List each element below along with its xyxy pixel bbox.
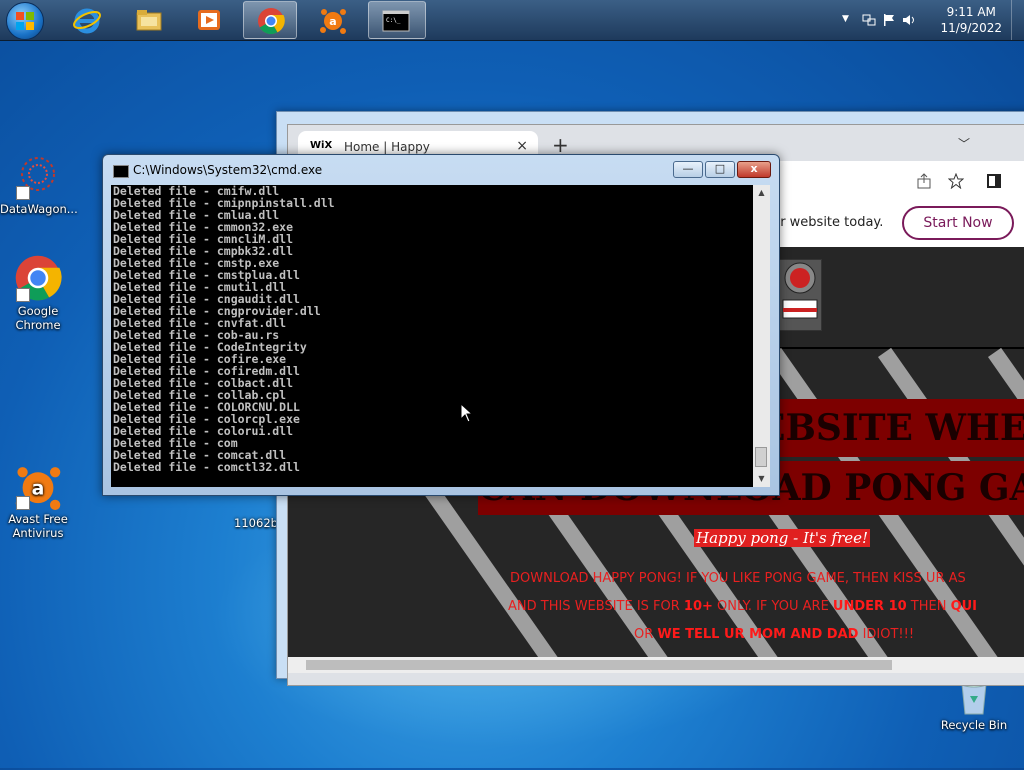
console-line: Deleted file - comctl32.dll [113, 460, 300, 474]
desc-text: ONLY. IF YOU ARE [712, 599, 833, 614]
description-line-2: AND THIS WEBSITE IS FOR 10+ ONLY. IF YOU… [508, 599, 977, 614]
windows-logo-icon [16, 12, 34, 30]
cmd-title-icon [113, 165, 129, 178]
bookmark-star-icon[interactable] [948, 173, 964, 189]
taskbar-media-player[interactable] [182, 1, 236, 39]
desc-emph: UNDER 10 [832, 599, 907, 614]
desktop-icon-datawagon[interactable]: DataWagon... [0, 152, 78, 216]
horizontal-scrollbar[interactable] [288, 657, 1024, 673]
clock-time: 9:11 AM [946, 5, 996, 19]
vertical-scrollbar[interactable]: ▲ ▼ [753, 185, 770, 487]
clock[interactable]: 9:11 AM 11/9/2022 [940, 4, 1002, 36]
shortcut-arrow-icon [16, 288, 30, 302]
desktop-icon-avast[interactable]: a Avast Free Antivirus [0, 462, 76, 540]
volume-icon[interactable] [902, 13, 916, 27]
file-explorer-icon [136, 10, 162, 31]
side-panel-icon[interactable] [986, 173, 1002, 189]
avast-icon: a [320, 9, 346, 34]
network-icon[interactable] [862, 13, 876, 27]
desktop-icon-label: DataWagon... [0, 202, 78, 216]
svg-text:a: a [32, 479, 45, 500]
shortcut-arrow-icon [16, 186, 30, 200]
headline-banner-1: EBSITE WHER [758, 399, 1024, 457]
svg-text:C:\_: C:\_ [386, 17, 401, 24]
taskbar-file-explorer[interactable] [122, 1, 176, 39]
tagline: Happy pong - It's free! [694, 529, 871, 547]
taskbar-internet-explorer[interactable] [60, 1, 114, 39]
media-player-icon [198, 10, 220, 30]
scrollbar-thumb[interactable] [755, 447, 767, 467]
internet-explorer-icon [73, 8, 101, 34]
desktop-icon-google-chrome[interactable]: Google Chrome [0, 254, 76, 332]
console-output[interactable]: Deleted file - cmifw.dll Deleted file - c… [111, 185, 753, 487]
taskbar-avast[interactable]: a [306, 1, 360, 39]
shortcut-arrow-icon [16, 496, 30, 510]
taskbar-cmd[interactable]: C:\_ [368, 1, 426, 39]
desc-text: IDIOT!!! [858, 627, 915, 642]
show-desktop-button[interactable] [1011, 0, 1024, 40]
show-hidden-icons-arrow-icon[interactable]: ▼ [842, 14, 856, 28]
desc-emph: WE TELL UR MOM AND DAD [657, 627, 859, 642]
start-now-button[interactable]: Start Now [902, 206, 1014, 240]
scroll-down-arrow-icon[interactable]: ▼ [753, 471, 770, 487]
tab-close-icon[interactable]: × [516, 138, 528, 154]
desc-emph: QUI [950, 599, 978, 614]
desc-text: OR [634, 627, 658, 642]
pong-character-image [778, 259, 822, 331]
cmd-window-title: C:\Windows\System32\cmd.exe [133, 163, 323, 177]
desc-text: THEN [906, 599, 951, 614]
wix-favicon: WiX [310, 140, 333, 151]
tab-title: Home | Happy [344, 140, 430, 154]
scroll-up-arrow-icon[interactable]: ▲ [753, 185, 770, 201]
console-text: Deleted file - cmifw.dll Deleted file - c… [111, 185, 753, 473]
desktop-icon-label: Recycle Bin [940, 718, 1008, 732]
desktop-icon-label: Google Chrome [15, 304, 61, 332]
chrome-icon [258, 8, 285, 35]
cmd-window[interactable]: C:\Windows\System32\cmd.exe — □ x Delete… [102, 154, 780, 496]
wix-promo-text: our website today. [764, 215, 884, 230]
share-icon[interactable] [916, 173, 932, 189]
minimize-button[interactable]: — [673, 161, 703, 178]
action-center-flag-icon[interactable] [882, 13, 896, 27]
close-button[interactable]: x [737, 161, 771, 178]
clock-date: 11/9/2022 [940, 21, 1002, 35]
system-tray: ▼ 9:11 AM 11/9/2022 [834, 0, 1024, 40]
maximize-button[interactable]: □ [705, 161, 735, 178]
taskbar-chrome[interactable] [243, 1, 297, 39]
scrollbar-thumb[interactable] [306, 660, 892, 670]
desktop-icon-label: Avast Free Antivirus [8, 512, 68, 540]
tab-search-chevron-icon[interactable]: ﹀ [958, 135, 970, 152]
taskbar: a C:\_ ▼ 9:11 AM 11/9/2022 [0, 0, 1024, 41]
description-line-3: OR WE TELL UR MOM AND DAD IDIOT!!! [634, 627, 914, 642]
angry-face-icon [782, 262, 818, 319]
cmd-icon: C:\_ [382, 10, 410, 32]
description-line-1: DOWNLOAD HAPPY PONG! IF YOU LIKE PONG GA… [510, 571, 966, 586]
start-button[interactable] [6, 2, 44, 40]
mouse-cursor-icon [460, 403, 474, 423]
desc-text: AND THIS WEBSITE IS FOR [508, 599, 684, 614]
desc-emph: 10+ [683, 599, 713, 614]
svg-text:a: a [329, 15, 336, 28]
